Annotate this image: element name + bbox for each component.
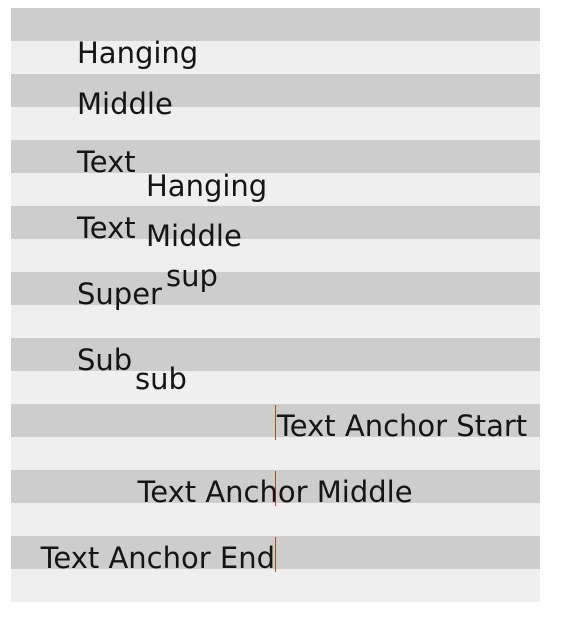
sub-base: Sub bbox=[77, 343, 133, 377]
anchor-end-text: Text Anchor End bbox=[40, 541, 275, 575]
text-hanging-base: Text bbox=[77, 145, 136, 179]
anchor-start-text: Text Anchor Start bbox=[277, 409, 528, 443]
text-middle-suffix: Middle bbox=[146, 219, 242, 253]
anchor-marker bbox=[275, 537, 276, 572]
text-baseline-demo: Hanging Middle Text Hanging Text Middle … bbox=[0, 0, 566, 622]
anchor-marker bbox=[275, 405, 276, 440]
anchor-middle-text: Text Anchor Middle bbox=[137, 475, 413, 509]
hanging-text: Hanging bbox=[77, 36, 199, 70]
sub-script: sub bbox=[135, 362, 187, 396]
super-script: sup bbox=[166, 259, 218, 293]
text-middle-base: Text bbox=[77, 211, 136, 245]
super-base: Super bbox=[77, 277, 162, 311]
text-hanging-suffix: Hanging bbox=[146, 169, 268, 203]
middle-text: Middle bbox=[77, 87, 173, 121]
